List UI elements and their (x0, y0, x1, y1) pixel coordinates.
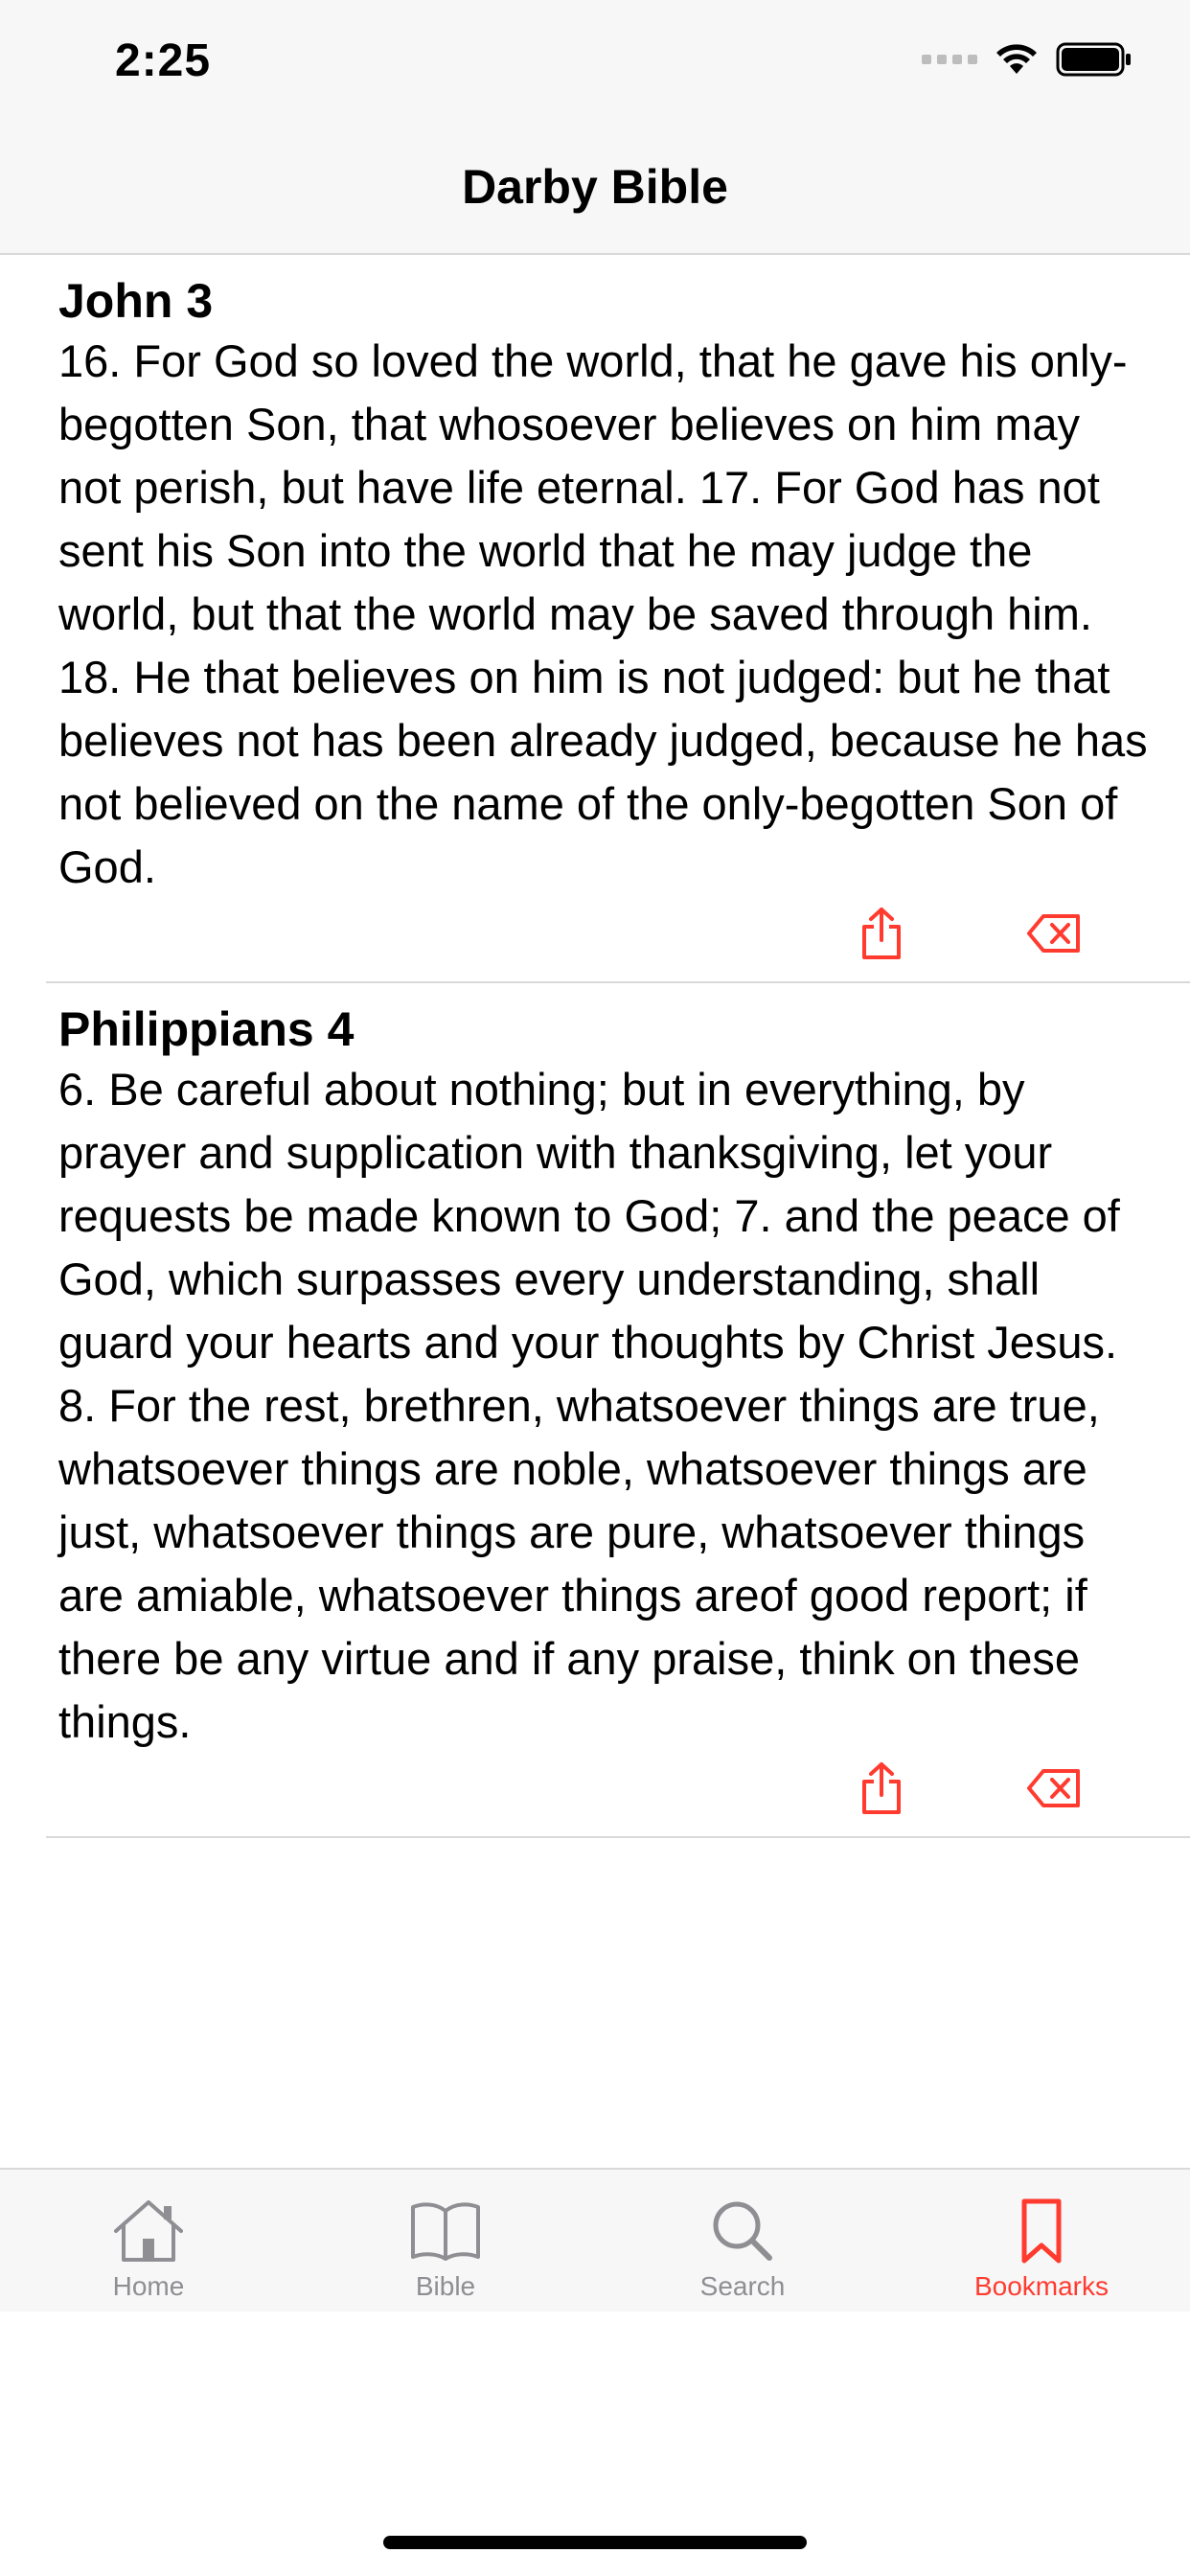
tab-bar: Home Bible Search Bookmarks (0, 2168, 1190, 2312)
tab-bookmarks[interactable]: Bookmarks (893, 2170, 1190, 2312)
status-time: 2:25 (115, 35, 212, 86)
share-icon (862, 908, 901, 959)
share-icon (862, 1762, 901, 1814)
share-button[interactable] (853, 905, 910, 962)
bookmark-actions (46, 899, 1190, 981)
status-icons (922, 42, 1133, 77)
bookmark-verse-text: 6. Be careful about nothing; but in ever… (58, 1064, 1120, 1747)
house-icon (114, 2200, 183, 2262)
page-title: Darby Bible (462, 160, 728, 214)
delete-bookmark-button[interactable] (1025, 1760, 1083, 1817)
bookmark-reference: John 3 (58, 274, 214, 328)
delete-icon (1027, 914, 1080, 953)
tab-label: Search (699, 2271, 786, 2301)
tab-label: Home (112, 2271, 185, 2301)
home-indicator[interactable] (383, 2536, 807, 2549)
wifi-icon (996, 44, 1037, 74)
bookmark-item: Philippians 4 6. Be careful about nothin… (46, 983, 1190, 1838)
tab-label: Bible (415, 2271, 476, 2301)
delete-icon (1027, 1769, 1080, 1807)
tab-home[interactable]: Home (0, 2170, 297, 2312)
tab-bible[interactable]: Bible (297, 2170, 594, 2312)
bookmark-reference: Philippians 4 (58, 1002, 355, 1056)
bookmark-icon (1021, 2198, 1062, 2264)
top-bar: 2:25 Darby Bible (0, 0, 1190, 255)
magnifier-icon (713, 2201, 772, 2261)
bookmark-actions (46, 1754, 1190, 1836)
tab-label: Bookmarks (973, 2271, 1110, 2301)
book-icon (411, 2202, 480, 2261)
delete-bookmark-button[interactable] (1025, 905, 1083, 962)
tab-search[interactable]: Search (594, 2170, 891, 2312)
battery-icon (1056, 42, 1131, 77)
cellular-signal-icon (922, 55, 977, 64)
bookmark-list: John 3 16. For God so loved the world, t… (0, 255, 1190, 1838)
share-button[interactable] (853, 1760, 910, 1817)
bookmark-verse-text: 16. For God so loved the world, that he … (58, 335, 1148, 892)
bookmark-item: John 3 16. For God so loved the world, t… (46, 255, 1190, 983)
